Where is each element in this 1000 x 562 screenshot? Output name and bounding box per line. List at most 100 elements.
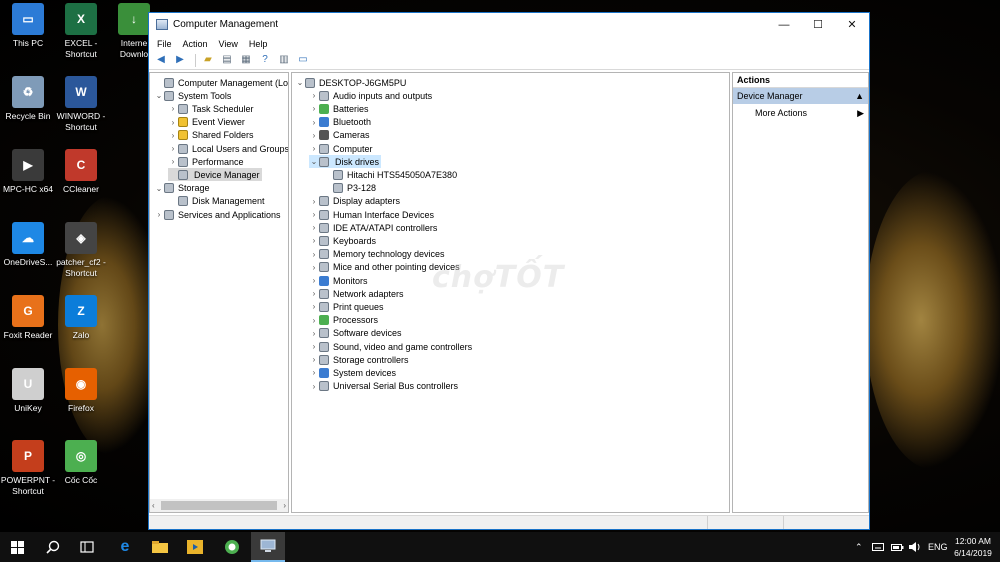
- collapse-chevron-icon[interactable]: ›: [309, 210, 319, 219]
- collapse-chevron-icon[interactable]: ›: [168, 157, 178, 166]
- collapse-chevron-icon[interactable]: ›: [309, 104, 319, 113]
- console-tree-item[interactable]: ⌄ Storage: [154, 182, 210, 195]
- device-tree-item[interactable]: › Processors: [309, 314, 378, 327]
- device-tree-item[interactable]: › Print queues: [309, 300, 384, 313]
- desktop-icon[interactable]: ♻ Recycle Bin: [0, 76, 56, 122]
- console-tree-item[interactable]: › Shared Folders: [168, 129, 254, 142]
- volume-icon[interactable]: [909, 532, 921, 562]
- monitor-icon[interactable]: ▭: [295, 52, 311, 68]
- minimize-button[interactable]: —: [767, 13, 801, 36]
- edge-icon[interactable]: e: [108, 532, 142, 562]
- collapse-chevron-icon[interactable]: ›: [168, 104, 178, 113]
- desktop-icon[interactable]: ◈ patcher_cf2 - Shortcut: [53, 222, 109, 279]
- collapse-chevron-icon[interactable]: ›: [309, 329, 319, 338]
- collapse-chevron-icon[interactable]: ›: [309, 263, 319, 272]
- console-tree-item[interactable]: › Services and Applications: [154, 208, 281, 221]
- console-tree-item[interactable]: Computer Management (Local: [154, 76, 288, 89]
- battery-icon[interactable]: [891, 532, 904, 562]
- console-tree-item[interactable]: › Event Viewer: [168, 116, 245, 129]
- maximize-button[interactable]: ☐: [801, 13, 835, 36]
- device-tree-item[interactable]: › Sound, video and game controllers: [309, 340, 472, 353]
- scroll-left-icon[interactable]: ‹: [152, 501, 155, 510]
- back-arrow-icon[interactable]: ◀: [153, 52, 169, 68]
- up-folder-icon[interactable]: ▰: [200, 52, 216, 68]
- collapse-chevron-icon[interactable]: ›: [309, 382, 319, 391]
- coccoc-taskbar-icon[interactable]: [215, 532, 249, 562]
- console-tree-item[interactable]: Device Manager: [168, 168, 262, 182]
- collapse-chevron-icon[interactable]: ›: [309, 276, 319, 285]
- device-tree-item[interactable]: › Cameras: [309, 129, 370, 142]
- device-tree-item[interactable]: › System devices: [309, 366, 396, 379]
- title-bar[interactable]: Computer Management — ☐ ✕: [149, 13, 869, 36]
- desktop-icon[interactable]: ☁ OneDriveS...: [0, 222, 56, 268]
- desktop-icon[interactable]: P POWERPNT - Shortcut: [0, 440, 56, 497]
- collapse-chevron-icon[interactable]: ›: [168, 118, 178, 127]
- device-tree-item[interactable]: › Human Interface Devices: [309, 208, 434, 221]
- device-tree-item[interactable]: › Audio inputs and outputs: [309, 89, 432, 102]
- device-tree-item[interactable]: ⌄ DESKTOP-J6GM5PU: [295, 76, 406, 89]
- computer-management-taskbar-icon[interactable]: [251, 532, 285, 562]
- collapse-chevron-icon[interactable]: ›: [309, 91, 319, 100]
- device-tree-item[interactable]: › Software devices: [309, 327, 402, 340]
- expand-chevron-icon[interactable]: ⌄: [295, 78, 305, 87]
- collapse-chevron-icon[interactable]: ›: [309, 197, 319, 206]
- collapse-chevron-icon[interactable]: ›: [309, 342, 319, 351]
- show-hide-tree-icon[interactable]: ▤: [219, 52, 235, 68]
- collapse-chevron-icon[interactable]: ›: [309, 250, 319, 259]
- desktop-icon[interactable]: ◉ Firefox: [53, 368, 109, 414]
- language-indicator[interactable]: ENG: [928, 532, 948, 562]
- collapse-icon[interactable]: ▲: [855, 91, 864, 101]
- device-tree-item[interactable]: › Bluetooth: [309, 116, 371, 129]
- device-tree-item[interactable]: › Storage controllers: [309, 353, 409, 366]
- device-tree-item[interactable]: › Keyboards: [309, 234, 376, 247]
- start-button[interactable]: [0, 532, 34, 562]
- desktop-icon[interactable]: Z Zalo: [53, 295, 109, 341]
- collapse-chevron-icon[interactable]: ›: [309, 355, 319, 364]
- desktop-icon[interactable]: ▭ This PC: [0, 3, 56, 49]
- desktop-icon[interactable]: U UniKey: [0, 368, 56, 414]
- collapse-chevron-icon[interactable]: ›: [309, 131, 319, 140]
- collapse-chevron-icon[interactable]: ›: [168, 131, 178, 140]
- collapse-chevron-icon[interactable]: ›: [309, 368, 319, 377]
- keyboard-input-icon[interactable]: [872, 532, 884, 562]
- expand-chevron-icon[interactable]: ⌄: [154, 184, 164, 193]
- collapse-chevron-icon[interactable]: ›: [168, 144, 178, 153]
- console-tree-item[interactable]: › Task Scheduler: [168, 102, 254, 115]
- device-tree-item[interactable]: › Universal Serial Bus controllers: [309, 380, 458, 393]
- device-tree-item[interactable]: ⌄ Disk drives: [309, 155, 382, 169]
- expand-chevron-icon[interactable]: ⌄: [309, 157, 319, 166]
- device-tree-item[interactable]: › IDE ATA/ATAPI controllers: [309, 221, 437, 234]
- device-tree-item[interactable]: › Computer: [309, 142, 373, 155]
- task-view-icon[interactable]: [70, 532, 104, 562]
- file-explorer-icon[interactable]: [143, 532, 177, 562]
- device-tree-item[interactable]: › Display adapters: [309, 195, 400, 208]
- scroll-thumb[interactable]: [160, 501, 278, 510]
- device-tree-item[interactable]: › Memory technology devices: [309, 248, 445, 261]
- expand-chevron-icon[interactable]: ⌄: [154, 91, 164, 100]
- collapse-chevron-icon[interactable]: ›: [309, 316, 319, 325]
- desktop-icon[interactable]: C CCleaner: [53, 149, 109, 195]
- movies-app-icon[interactable]: [178, 532, 212, 562]
- device-tree-item[interactable]: › Monitors: [309, 274, 368, 287]
- desktop-icon[interactable]: X EXCEL - Shortcut: [53, 3, 109, 60]
- collapse-chevron-icon[interactable]: ›: [309, 118, 319, 127]
- collapse-chevron-icon[interactable]: ›: [154, 210, 164, 219]
- desktop-icon[interactable]: ▶ MPC-HC x64: [0, 149, 56, 195]
- console-tree-item[interactable]: › Performance: [168, 155, 244, 168]
- collapse-chevron-icon[interactable]: ›: [309, 236, 319, 245]
- forward-arrow-icon[interactable]: ▶: [172, 52, 188, 68]
- scroll-right-icon[interactable]: ›: [283, 501, 286, 510]
- console-tree-item[interactable]: Disk Management: [168, 195, 265, 208]
- search-icon[interactable]: [36, 532, 70, 562]
- close-button[interactable]: ✕: [835, 13, 869, 36]
- console-tree-item[interactable]: ⌄ System Tools: [154, 89, 231, 102]
- properties-icon[interactable]: ▦: [238, 52, 254, 68]
- console-tree-item[interactable]: › Local Users and Groups: [168, 142, 288, 155]
- collapse-chevron-icon[interactable]: ›: [309, 302, 319, 311]
- device-tree-item[interactable]: P3-128: [323, 182, 376, 195]
- device-tree-item[interactable]: › Batteries: [309, 102, 369, 115]
- more-actions-item[interactable]: More Actions ▶: [733, 104, 868, 122]
- horizontal-scrollbar[interactable]: ‹ ›: [150, 499, 288, 512]
- menu-view[interactable]: View: [215, 39, 242, 49]
- device-tree-item[interactable]: Hitachi HTS545050A7E380: [323, 168, 457, 181]
